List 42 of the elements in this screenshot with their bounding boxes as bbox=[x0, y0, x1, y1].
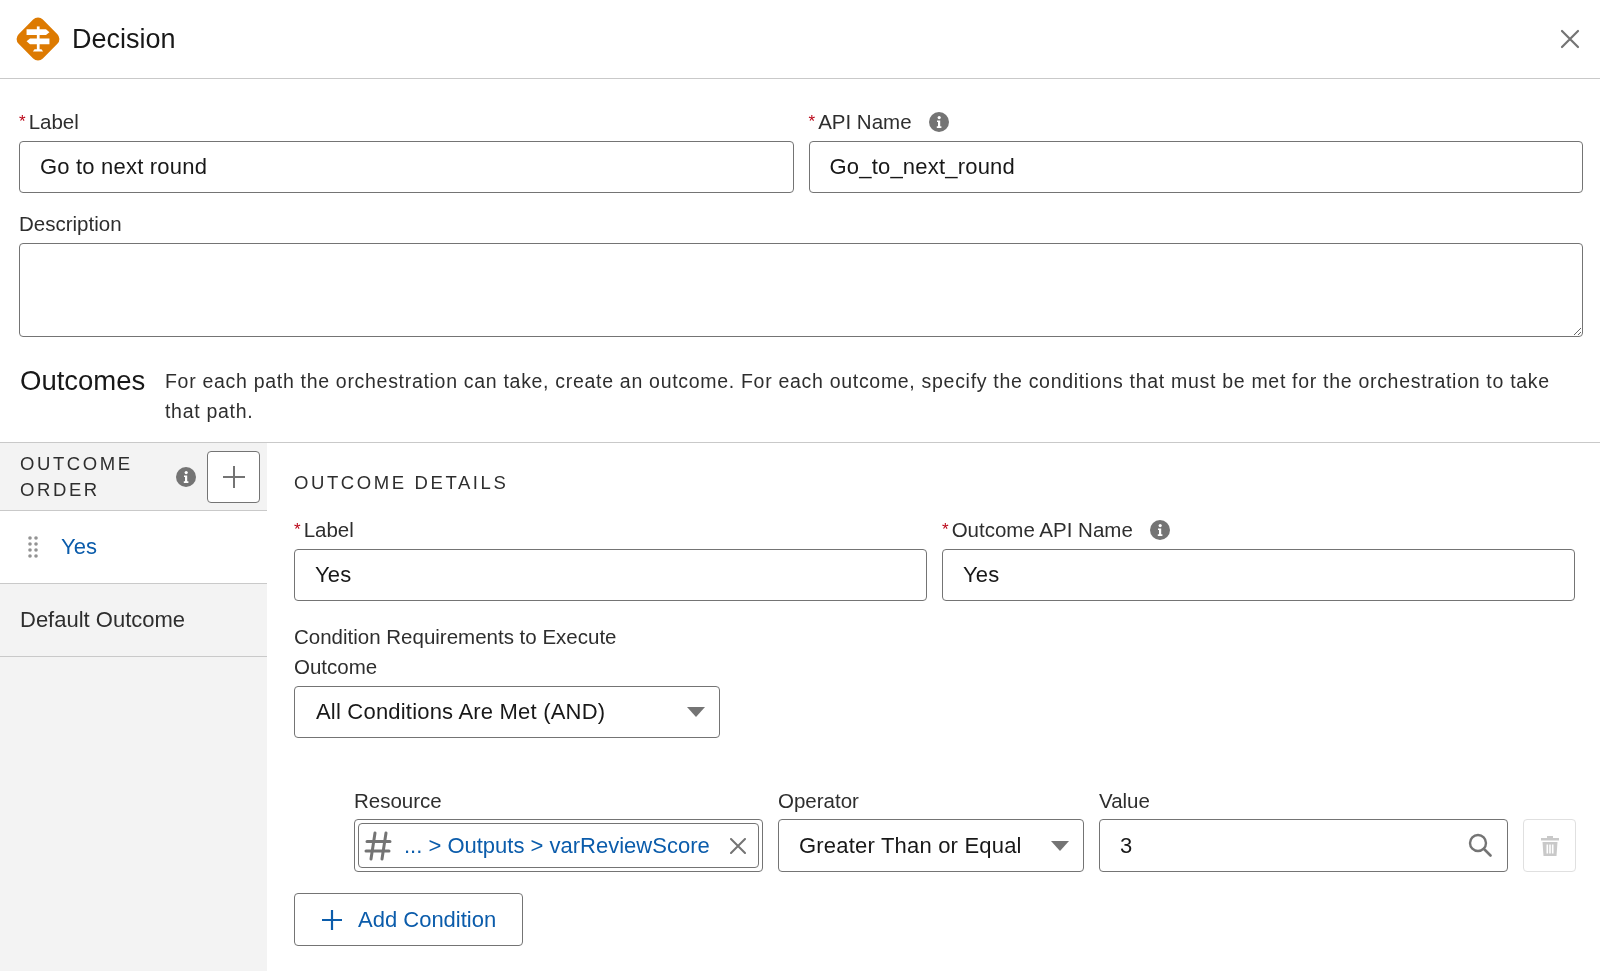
text-field[interactable]: Go_to_next_round bbox=[808, 141, 1583, 193]
hash-icon bbox=[364, 830, 392, 861]
section-title: Outcomes bbox=[19, 366, 147, 396]
info-icon[interactable] bbox=[1149, 520, 1170, 540]
outcome-order-heading: OUTCOME ORDER bbox=[20, 451, 134, 502]
column-label: Operator bbox=[778, 789, 860, 813]
field-label: Condition Requirements to Execute Outcome bbox=[294, 625, 617, 678]
plus-icon bbox=[222, 465, 245, 488]
add-condition-button[interactable]: Add Condition bbox=[294, 893, 524, 946]
field-label: API Name bbox=[818, 110, 912, 134]
info-icon[interactable] bbox=[176, 466, 196, 487]
clear-icon[interactable] bbox=[730, 837, 746, 854]
field-label: Outcome API Name bbox=[951, 518, 1133, 542]
required-asterisk: * bbox=[808, 111, 816, 133]
text-field[interactable]: Yes bbox=[294, 549, 927, 601]
info-icon[interactable] bbox=[928, 112, 949, 132]
add-outcome-button[interactable] bbox=[207, 450, 260, 503]
plus-icon bbox=[322, 909, 342, 930]
text-field[interactable]: Yes bbox=[942, 549, 1575, 601]
column-label: Resource bbox=[354, 789, 443, 813]
drag-handle-icon[interactable] bbox=[28, 536, 38, 558]
required-asterisk: * bbox=[19, 111, 26, 133]
value-field[interactable]: 3 bbox=[1099, 819, 1508, 872]
operator-select[interactable]: Greater Than or Equal bbox=[778, 819, 1084, 872]
required-asterisk: * bbox=[942, 519, 949, 541]
field-label: Description bbox=[19, 212, 122, 236]
field-label: Label bbox=[303, 518, 354, 542]
caret-icon bbox=[687, 707, 705, 717]
description-field[interactable] bbox=[19, 243, 1583, 337]
condition-logic-select[interactable]: All Conditions Are Met (AND) bbox=[294, 686, 720, 738]
trash-icon bbox=[1540, 835, 1559, 856]
field-label: Label bbox=[28, 110, 79, 134]
close-icon[interactable] bbox=[1560, 29, 1580, 49]
section-description: For each path the orchestration can take, create an outcome. For each outcome, specify the conditions that must be met for the orchestration to take that path. bbox=[165, 369, 1551, 424]
required-asterisk: * bbox=[294, 519, 301, 541]
outcome-details-heading: OUTCOME DETAILS bbox=[294, 472, 509, 493]
dialog-title: Decision bbox=[72, 23, 177, 55]
text-field[interactable]: Go to next round bbox=[19, 141, 794, 193]
column-label: Value bbox=[1099, 789, 1151, 813]
caret-icon bbox=[1051, 840, 1069, 851]
search-icon[interactable] bbox=[1468, 833, 1492, 857]
outcome-item[interactable]: Yes bbox=[0, 511, 267, 584]
